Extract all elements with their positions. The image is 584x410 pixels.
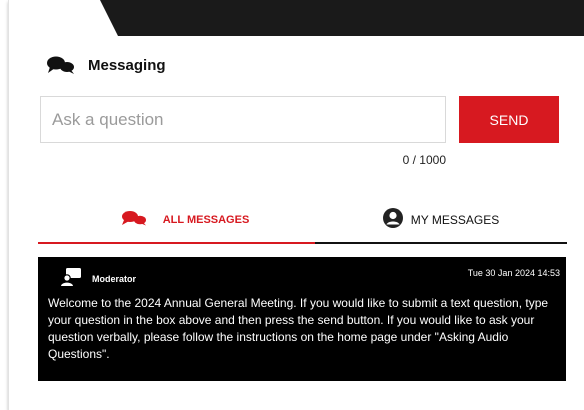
question-input[interactable] (41, 97, 445, 142)
message-body: Welcome to the 2024 Annual General Meeti… (48, 296, 549, 361)
message-timestamp: Tue 30 Jan 2024 14:53 (467, 268, 560, 278)
tab-my-messages[interactable]: MY MESSAGES (315, 198, 567, 244)
message-author: Moderator (92, 274, 137, 284)
question-input-box[interactable] (40, 96, 446, 143)
tab-all-messages[interactable]: ALL MESSAGES (38, 198, 332, 244)
send-button[interactable]: SEND (459, 96, 559, 143)
top-banner (100, 0, 584, 36)
message-card: Moderator Tue 30 Jan 2024 14:53 Welcome … (38, 257, 566, 381)
page-title: Messaging (88, 56, 166, 74)
character-counter: 0 / 1000 (402, 153, 446, 167)
chat-bubbles-icon (46, 54, 76, 76)
moderator-icon (60, 267, 82, 287)
tab-all-messages-label: ALL MESSAGES (162, 214, 250, 226)
tab-my-messages-label: MY MESSAGES (410, 213, 500, 227)
messaging-header: Messaging (46, 54, 166, 76)
chat-bubbles-icon (121, 210, 147, 231)
user-avatar-icon (382, 207, 403, 233)
